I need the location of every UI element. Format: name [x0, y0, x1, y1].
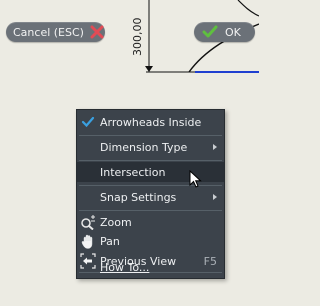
- check-icon: [80, 114, 96, 130]
- menu-item-pan[interactable]: Pan: [77, 231, 224, 251]
- zoom-icon: [80, 214, 96, 231]
- menu-item-zoom[interactable]: Zoom: [77, 212, 224, 232]
- menu-item-label: Intersection: [100, 166, 166, 179]
- submenu-arrow-icon: [213, 144, 217, 150]
- menu-item-label: How To...: [100, 261, 150, 274]
- menu-item-label: Snap Settings: [100, 191, 177, 204]
- menu-item-label: Dimension Type: [100, 141, 188, 154]
- submenu-arrow-icon: [213, 194, 217, 200]
- menu-separator: [79, 160, 222, 161]
- menu-item-label: Zoom: [100, 216, 132, 229]
- dimension-arrowhead: [145, 66, 153, 72]
- menu-separator: [79, 210, 222, 211]
- menu-item-label: Pan: [100, 235, 120, 248]
- mouse-cursor-icon: [189, 170, 202, 188]
- menu-item-dimension-type[interactable]: Dimension Type: [77, 137, 224, 157]
- pan-hand-icon: [80, 233, 96, 249]
- ok-label: OK: [225, 25, 241, 39]
- menu-item-snap-settings[interactable]: Snap Settings: [77, 187, 224, 207]
- checkmark-icon: [202, 24, 218, 40]
- menu-item-arrowheads-inside[interactable]: Arrowheads Inside: [77, 112, 224, 132]
- ok-button[interactable]: OK: [194, 22, 255, 42]
- dimension-value: 300,00: [131, 17, 144, 57]
- context-menu: Arrowheads Inside Dimension Type Interse…: [76, 109, 225, 279]
- geometry-arc-top: [237, 0, 259, 17]
- menu-item-label: Arrowheads Inside: [100, 116, 202, 129]
- cancel-label: Cancel (ESC): [13, 25, 84, 39]
- menu-item-how-to[interactable]: How To...: [77, 257, 224, 277]
- cancel-button[interactable]: Cancel (ESC): [6, 22, 105, 42]
- close-icon: [89, 24, 105, 40]
- menu-separator: [79, 135, 222, 136]
